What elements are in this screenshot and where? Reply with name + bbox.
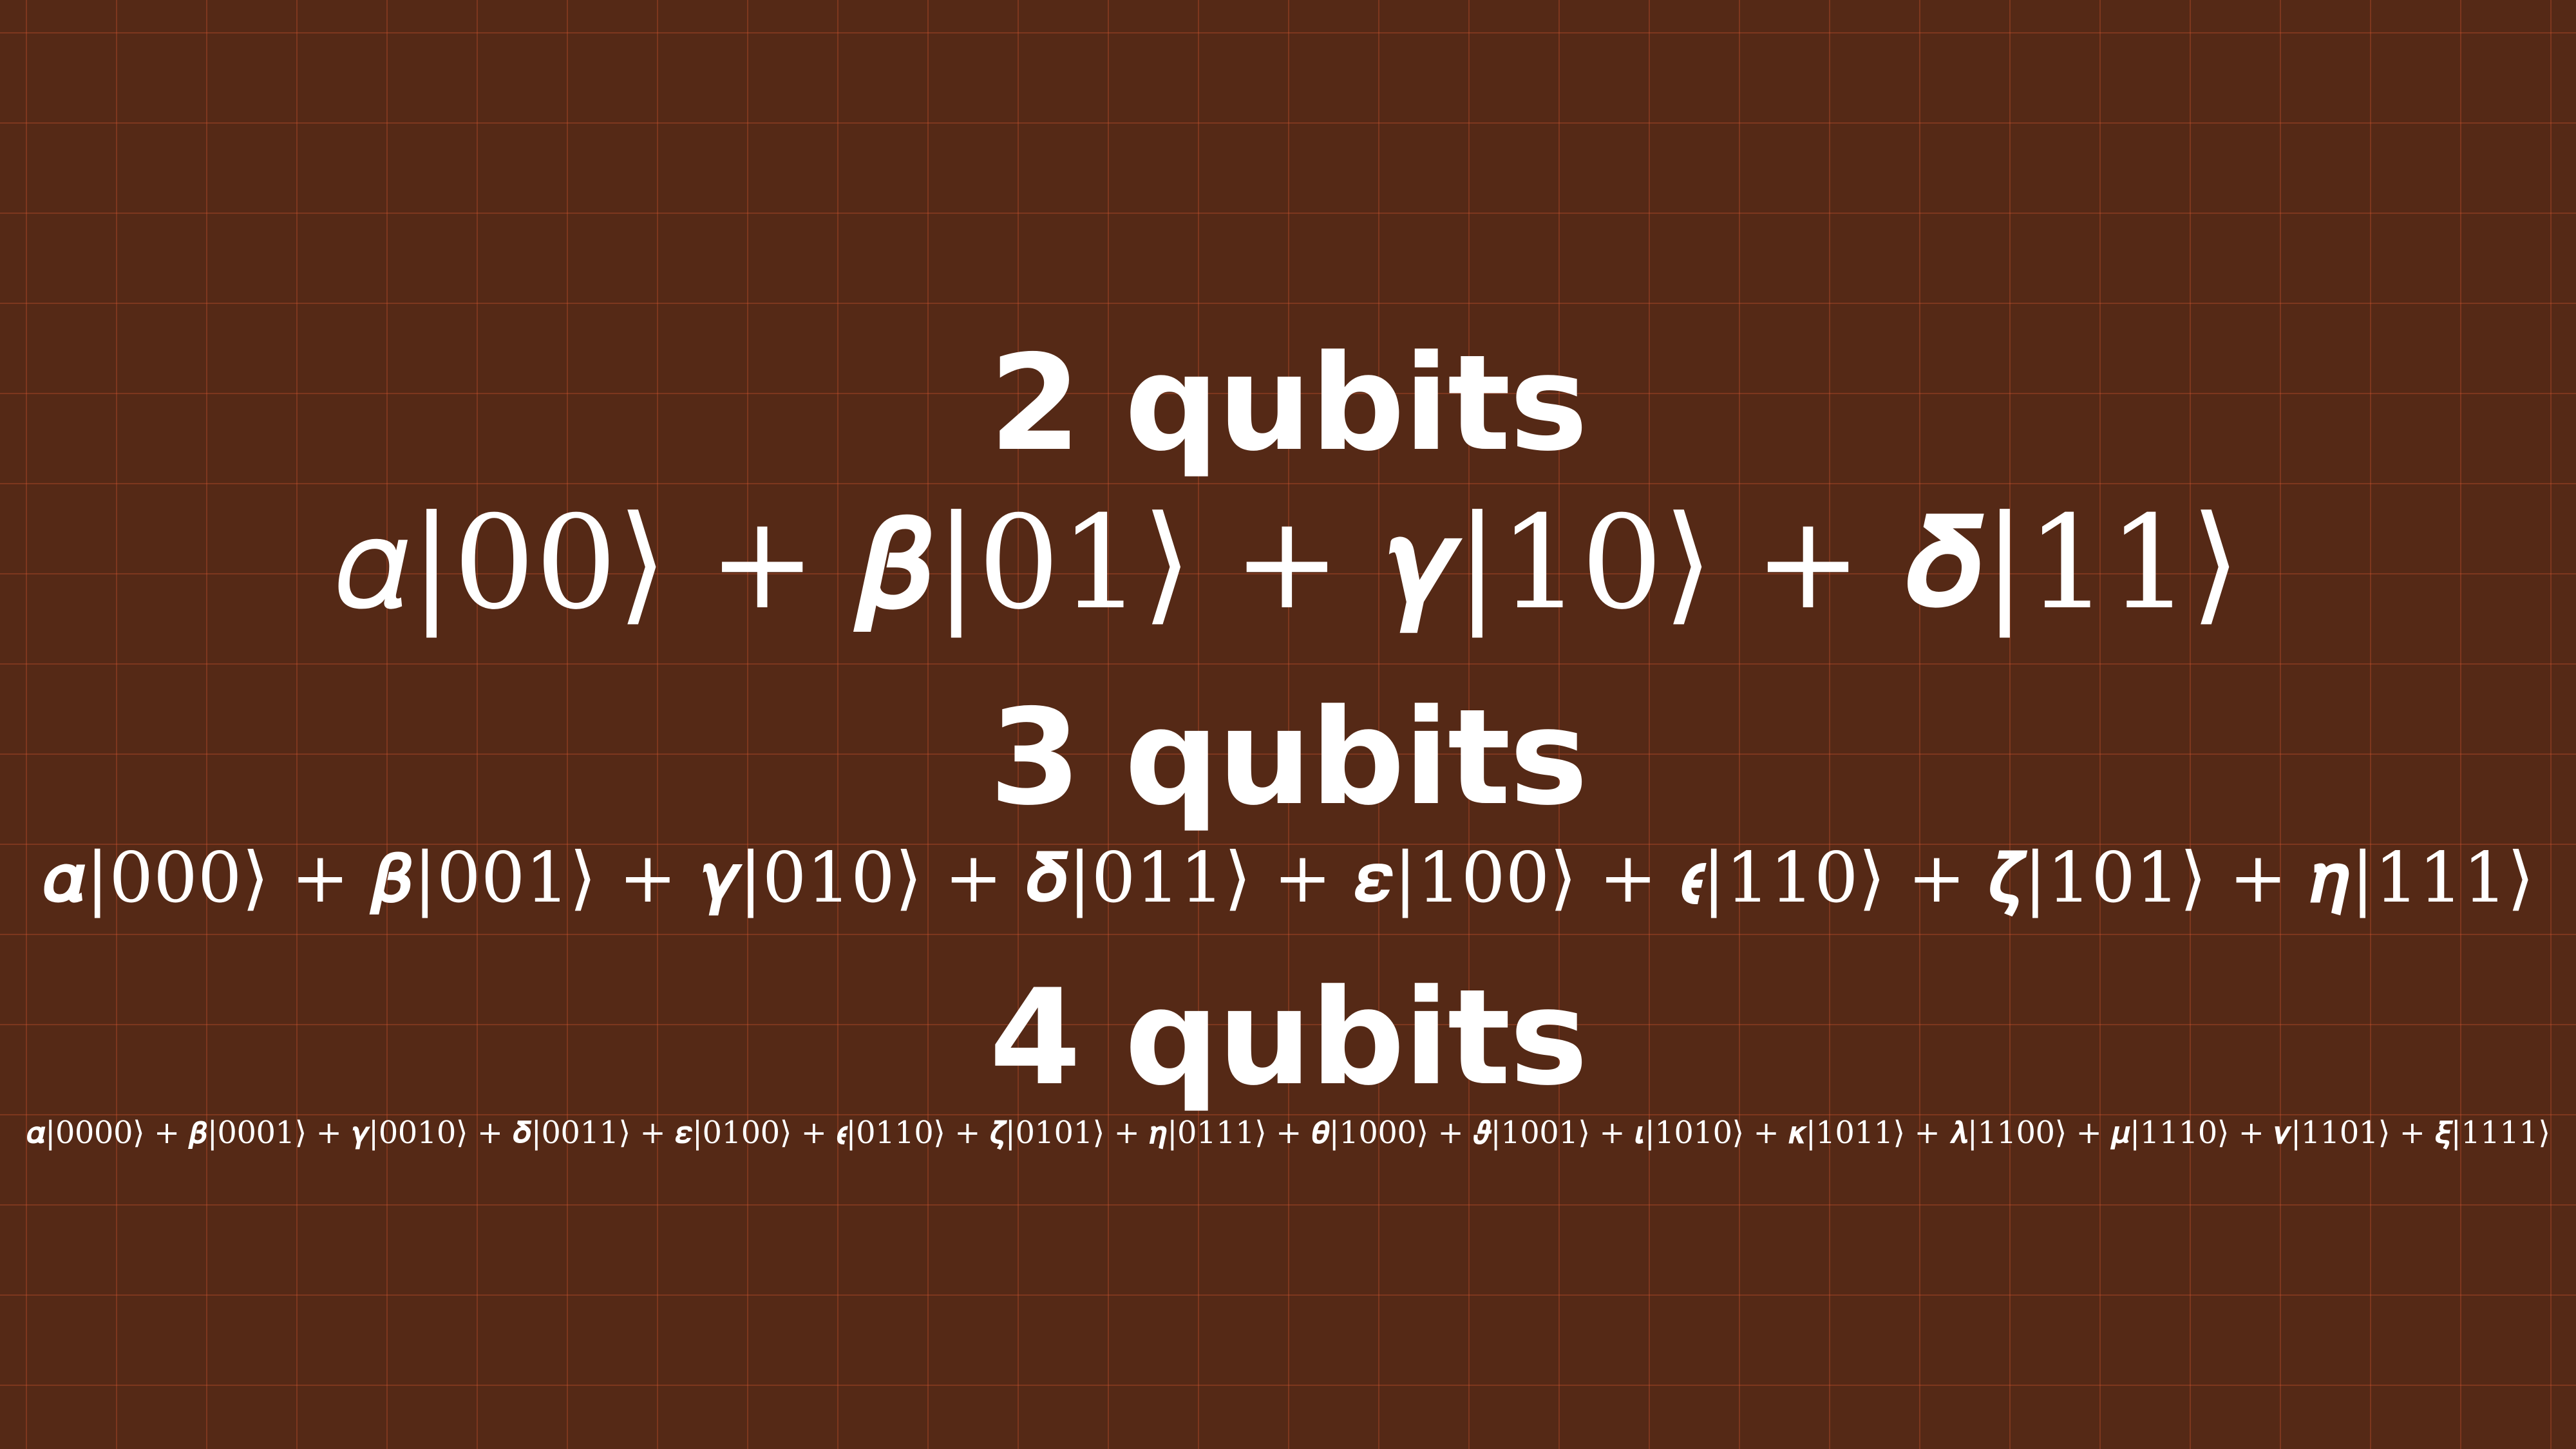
two-qubit-state-equation: 𝛼|00⟩ + 𝜷|01⟩ + 𝜸|10⟩ + 𝜹|11⟩ — [335, 488, 2241, 638]
two-qubits-heading: 2 qubits — [989, 327, 1588, 480]
slide: 2 qubits 𝛼|00⟩ + 𝜷|01⟩ + 𝜸|10⟩ + 𝜹|11⟩ 3… — [0, 0, 2576, 1449]
three-qubits-heading: 3 qubits — [989, 681, 1588, 835]
four-qubits-heading: 4 qubits — [989, 961, 1588, 1115]
four-qubit-state-equation: 𝜶|0000⟩ + 𝜷|0001⟩ + 𝜸|0010⟩ + 𝜹|0011⟩ + … — [26, 1115, 2550, 1151]
three-qubit-state-equation: 𝜶|000⟩ + 𝜷|001⟩ + 𝜸|010⟩ + 𝜹|011⟩ + 𝜺|10… — [41, 838, 2535, 918]
